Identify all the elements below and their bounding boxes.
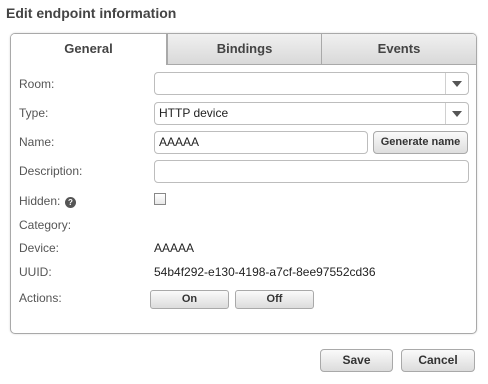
type-value: HTTP device [159,106,229,120]
description-label: Description: [19,164,83,178]
name-label: Name: [19,135,55,149]
on-button[interactable]: On [150,290,229,309]
tab-bar: General Bindings Events [11,34,476,65]
tab-events[interactable]: Events [321,34,476,64]
type-select[interactable]: HTTP device [154,102,469,125]
hidden-checkbox[interactable] [154,193,166,205]
device-label: Device: [19,241,60,255]
chevron-down-icon[interactable] [445,73,468,94]
room-select[interactable] [154,72,469,95]
tab-general[interactable]: General [11,34,167,65]
endpoint-panel: General Bindings Events Room: Type: HTTP… [10,33,477,334]
room-label: Room: [19,77,55,91]
generate-name-button[interactable]: Generate name [373,131,468,154]
chevron-down-icon[interactable] [445,103,468,124]
device-value: AAAAA [154,241,195,255]
help-icon[interactable]: ? [65,197,76,208]
description-input[interactable] [154,160,469,183]
hidden-label: Hidden: [19,194,61,208]
dialog-title: Edit endpoint information [6,5,177,21]
uuid-label: UUID: [19,265,52,279]
uuid-value: 54b4f292-e130-4198-a7cf-8ee97552cd36 [154,265,376,279]
category-label: Category: [19,218,72,232]
actions-label: Actions: [19,291,62,305]
off-button[interactable]: Off [235,290,314,309]
tab-bindings[interactable]: Bindings [167,34,321,64]
type-label: Type: [19,106,49,120]
cancel-button[interactable]: Cancel [401,349,475,372]
save-button[interactable]: Save [320,349,393,372]
name-input[interactable]: AAAAA [154,131,368,154]
